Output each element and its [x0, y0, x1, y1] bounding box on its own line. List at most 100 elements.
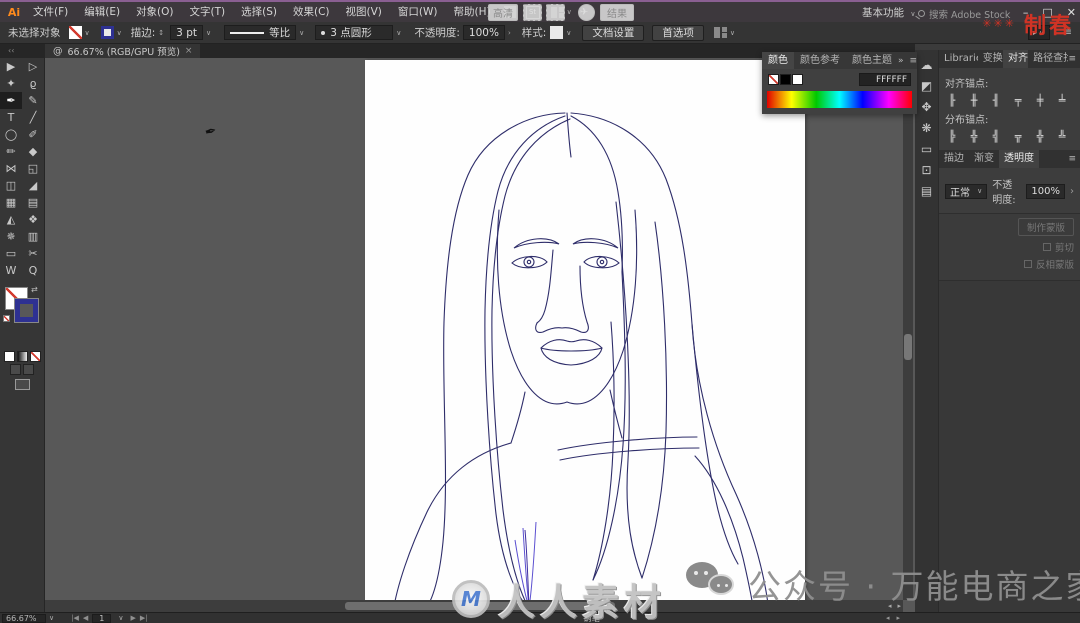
align-middle-icon[interactable]: ╪ — [1033, 94, 1047, 107]
horizontal-scrollbar-thumb[interactable] — [345, 602, 615, 610]
distribute-bottom-icon[interactable]: ╣ — [989, 130, 1003, 143]
panel-collapse-icon[interactable]: ▸ ∨ — [1027, 25, 1050, 40]
symbol-sprayer-tool[interactable]: ✵ — [0, 228, 22, 245]
mesh-tool[interactable]: ▦ — [0, 194, 22, 211]
default-fill-stroke-icon[interactable] — [3, 315, 10, 322]
menu-object[interactable]: 对象(O) — [128, 2, 181, 22]
first-artboard-icon[interactable]: |◀ — [71, 614, 79, 622]
perspective-grid-tool[interactable]: ◢ — [22, 177, 44, 194]
transparency-opacity-value[interactable]: 100% — [1026, 183, 1065, 199]
blend-mode-dropdown[interactable]: 正常 ∨ — [945, 183, 988, 199]
shaper-tool[interactable]: ◆ — [22, 143, 44, 160]
chevron-down-icon[interactable]: ∨ — [396, 29, 401, 37]
pen-tool[interactable]: ✒ — [0, 92, 22, 109]
menu-edit[interactable]: 编辑(E) — [76, 2, 128, 22]
stroke-profile-dropdown[interactable]: 等比 — [224, 25, 297, 40]
brushes-icon[interactable]: ◩ — [921, 79, 932, 93]
panel-menu-icon[interactable]: ≡ — [1068, 54, 1076, 64]
opacity-value[interactable]: 100% — [462, 25, 505, 40]
distribute-left-icon[interactable]: ╦ — [1011, 130, 1025, 143]
layers-icon[interactable]: ▤ — [921, 184, 932, 198]
type-tool[interactable]: T — [0, 109, 22, 126]
tab-color-themes[interactable]: 颜色主题 — [846, 52, 898, 69]
tab-libraries[interactable]: Librarie — [939, 50, 978, 68]
tab-color[interactable]: 颜色 — [762, 52, 794, 69]
vertical-scrollbar-thumb[interactable] — [904, 334, 912, 360]
minimize-button[interactable]: – — [1023, 6, 1029, 19]
share-icon[interactable]: ✥ — [921, 100, 931, 114]
pencil-tool[interactable]: ✏ — [0, 143, 22, 160]
align-center-icon[interactable]: ╫ — [967, 94, 981, 107]
ellipse-tool[interactable]: ◯ — [0, 126, 22, 143]
document-setup-button[interactable]: 文档设置 — [582, 24, 645, 41]
artboard-number-field[interactable]: 1 — [92, 613, 112, 623]
selection-tool[interactable]: ▶ — [0, 58, 22, 75]
none-swatch[interactable] — [768, 74, 779, 85]
style-swatch[interactable] — [550, 26, 564, 39]
color-mode-button[interactable] — [3, 351, 15, 362]
none-mode-button[interactable] — [29, 351, 41, 362]
slice-tool[interactable]: ✂ — [22, 245, 44, 262]
color-spectrum-bar[interactable] — [767, 91, 912, 108]
document-tab[interactable]: @ 66.67% (RGB/GPU 预览) × — [45, 44, 201, 58]
close-button[interactable]: ✕ — [1067, 6, 1076, 19]
swap-fill-stroke-icon[interactable]: ⇄ — [31, 285, 38, 294]
align-top-icon[interactable]: ╤ — [1011, 94, 1025, 107]
invert-mask-checkbox[interactable] — [1023, 260, 1032, 268]
scroll-left-icon[interactable]: ◂ — [886, 614, 890, 622]
chevron-down-icon[interactable]: ∨ — [117, 29, 122, 37]
chevron-down-icon[interactable]: ∨ — [566, 29, 571, 37]
chevron-down-icon[interactable]: ∨ — [299, 29, 304, 37]
curvature-tool[interactable]: ✎ — [22, 92, 44, 109]
stroke-swatch[interactable] — [100, 26, 114, 39]
hand-tool[interactable]: W — [0, 262, 22, 279]
direct-selection-tool[interactable]: ▷ — [22, 58, 44, 75]
menu-effect[interactable]: 效果(C) — [285, 2, 338, 22]
brush-dropdown[interactable]: 3 点圆形 — [315, 25, 394, 40]
line-segment-tool[interactable]: ╱ — [22, 109, 44, 126]
menu-type[interactable]: 文字(T) — [182, 2, 234, 22]
opacity-more-icon[interactable]: › — [508, 29, 511, 37]
maximize-button[interactable]: □ — [1042, 6, 1052, 19]
align-options-icon[interactable] — [713, 27, 727, 38]
tab-align[interactable]: 对齐 — [1002, 50, 1029, 68]
scroll-left-icon[interactable]: ◂ — [888, 602, 892, 610]
zoom-level-field[interactable]: 66.67% — [2, 613, 46, 623]
artboard[interactable] — [365, 60, 805, 612]
chevron-down-icon[interactable]: ∨ — [49, 614, 54, 622]
gradient-tool[interactable]: ▤ — [22, 194, 44, 211]
paintbrush-tool[interactable]: ✐ — [22, 126, 44, 143]
distribute-top-icon[interactable]: ╠ — [945, 130, 959, 143]
scroll-right-icon[interactable]: ▸ — [897, 614, 901, 622]
black-swatch[interactable] — [780, 74, 791, 85]
align-bottom-icon[interactable]: ╧ — [1055, 94, 1069, 107]
recorder-circle-icon[interactable] — [578, 4, 595, 21]
zoom-tool[interactable]: Q — [22, 262, 44, 279]
panel-expand-icon[interactable]: » — [898, 56, 904, 66]
chevron-down-icon[interactable]: ∨ — [567, 8, 572, 16]
screen-mode-button[interactable] — [14, 379, 30, 390]
clip-checkbox[interactable] — [1042, 243, 1051, 251]
stepper-icon[interactable]: ↕ — [158, 29, 164, 37]
column-graph-tool[interactable]: ▥ — [22, 228, 44, 245]
white-swatch[interactable] — [792, 74, 803, 85]
draw-behind-icon[interactable] — [23, 364, 34, 375]
chevron-down-icon[interactable]: ∨ — [206, 29, 211, 37]
make-mask-button[interactable]: 制作蒙版 — [1017, 218, 1074, 236]
distribute-hcenter-icon[interactable]: ╬ — [1033, 130, 1047, 143]
prev-artboard-icon[interactable]: ◀ — [83, 614, 88, 622]
tab-color-guide[interactable]: 颜色参考 — [794, 52, 846, 69]
tab-gradient[interactable]: 渐变 — [969, 150, 999, 168]
opacity-more-icon[interactable]: › — [1070, 186, 1074, 197]
chevron-down-icon[interactable]: ∨ — [85, 29, 90, 37]
align-left-icon[interactable]: ╟ — [945, 94, 959, 107]
toolbar-collapse-icon[interactable]: ‹‹ — [0, 44, 45, 58]
preferences-button[interactable]: 首选项 — [652, 24, 704, 41]
tab-pathfinder[interactable]: 路径查找 — [1028, 50, 1068, 68]
stroke-color-swatch[interactable] — [14, 298, 39, 323]
stroke-weight-value[interactable]: 3 pt — [170, 25, 203, 40]
panel-menu-icon[interactable]: ≡ — [1068, 154, 1076, 164]
recorder-hd-button[interactable]: 高清 — [488, 4, 518, 21]
distribute-vcenter-icon[interactable]: ╬ — [967, 130, 981, 143]
tab-stroke[interactable]: 描边 — [939, 150, 969, 168]
